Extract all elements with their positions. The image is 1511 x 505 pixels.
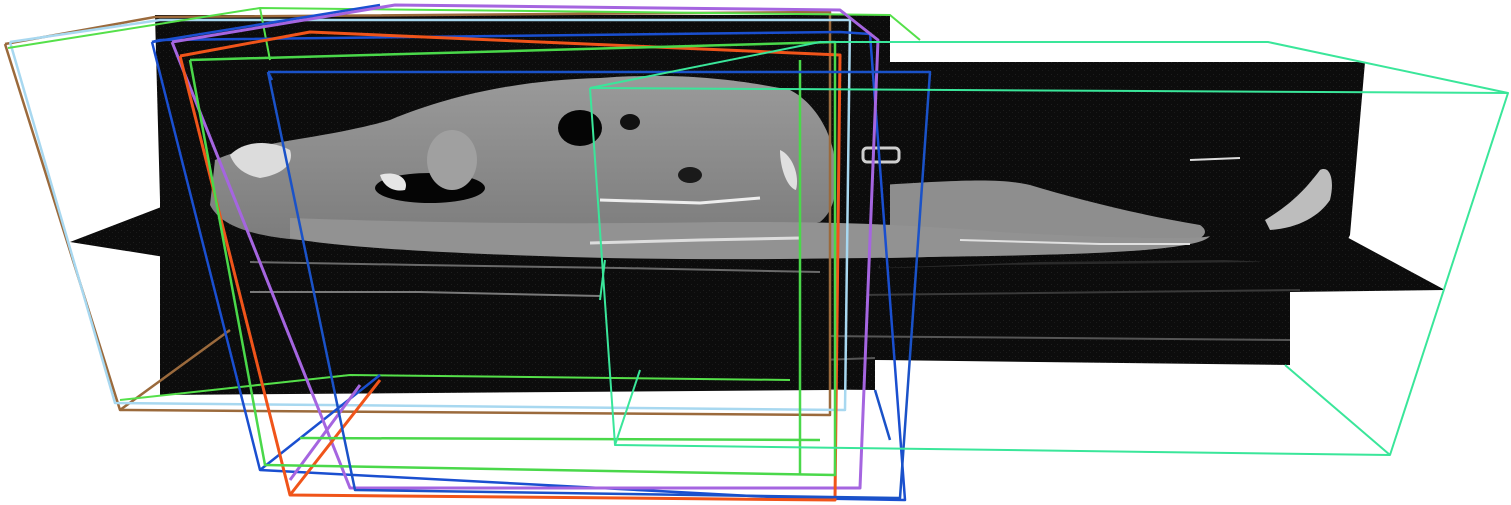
ct-volume-render[interactable] xyxy=(0,0,1511,505)
3d-volume-viewport[interactable] xyxy=(0,0,1511,505)
